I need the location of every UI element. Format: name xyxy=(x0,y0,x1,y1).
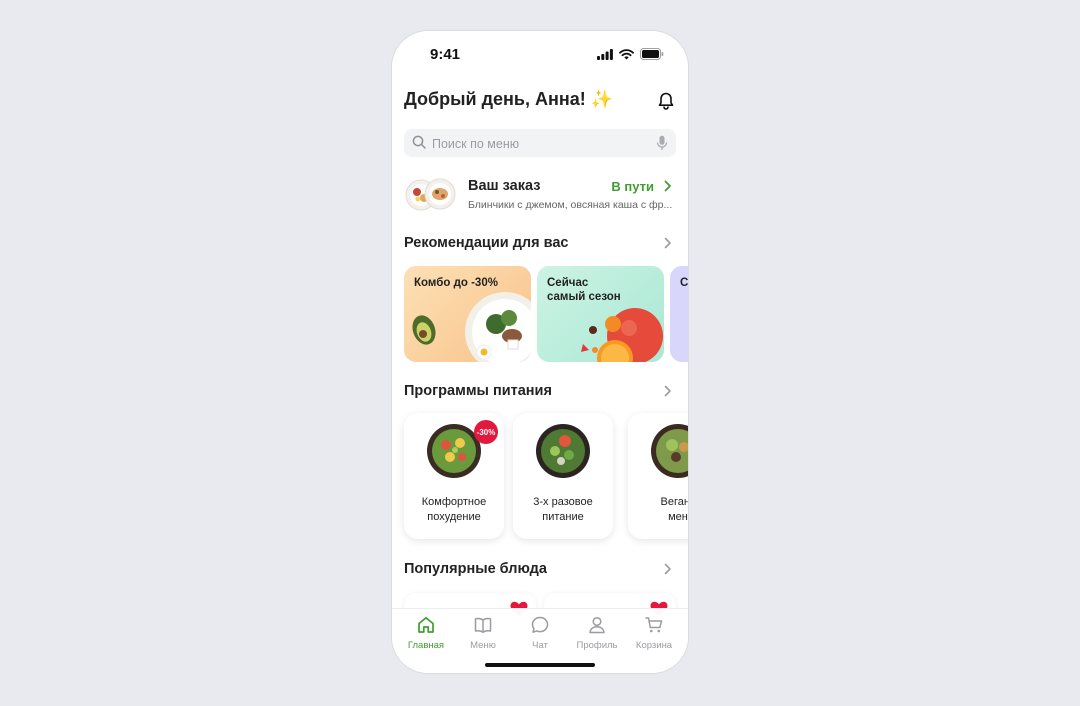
program-label: Комфортное похудение xyxy=(421,496,487,523)
tab-label: Профиль xyxy=(576,640,618,651)
microphone-icon[interactable] xyxy=(656,135,668,151)
tab-label: Чат xyxy=(532,640,548,651)
search-bar[interactable] xyxy=(404,129,676,159)
header: Добрый день, Анна! ✨ xyxy=(404,89,676,113)
wifi-icon xyxy=(619,48,634,59)
program-card-three-meals[interactable]: 3-х разовое питание xyxy=(513,413,613,539)
chevron-right-icon xyxy=(664,180,671,192)
vegan-bowl-image xyxy=(651,424,688,478)
recommendations-title: Рекомендации для вас xyxy=(404,235,569,251)
poke-bowl-image xyxy=(536,424,590,478)
sparkle-icon: ✨ xyxy=(590,89,614,109)
tab-label: Меню xyxy=(470,640,496,651)
book-icon xyxy=(474,617,492,633)
promo-card-season[interactable]: Сейчас самый сезон xyxy=(537,266,664,362)
tab-home[interactable]: Главная xyxy=(397,615,455,655)
program-label: Вегансмен xyxy=(660,496,688,523)
tab-menu[interactable]: Меню xyxy=(454,615,512,655)
status-icons xyxy=(597,48,664,60)
greeting-title: Добрый день, Анна! ✨ xyxy=(404,89,614,109)
program-card-vegan[interactable]: Вегансмен xyxy=(628,413,688,539)
order-thumbnail xyxy=(405,178,456,211)
status-time: 9:41 xyxy=(430,46,461,63)
tab-profile[interactable]: Профиль xyxy=(568,615,626,655)
programs-title: Программы питания xyxy=(404,383,552,399)
program-label: 3-х разовое питание xyxy=(533,496,593,523)
tab-label: Корзина xyxy=(635,640,673,651)
bell-icon[interactable] xyxy=(656,91,676,111)
promo-card-third[interactable]: С xyxy=(670,266,688,362)
order-card[interactable]: Ваш заказ В пути Блинчики с джемом, овся… xyxy=(404,175,676,215)
promo-label: С xyxy=(680,277,688,289)
home-icon xyxy=(418,616,434,633)
program-card-comfort[interactable]: -30% Комфортное похудение xyxy=(404,413,504,539)
fruits-image xyxy=(581,308,663,362)
chevron-right-icon[interactable] xyxy=(664,563,672,575)
search-input[interactable] xyxy=(430,129,654,159)
battery-icon xyxy=(640,48,664,60)
chat-icon xyxy=(531,616,549,633)
signal-icon xyxy=(597,48,613,60)
tab-chat[interactable]: Чат xyxy=(511,615,569,655)
combo-food-image xyxy=(412,292,531,362)
chevron-right-icon[interactable] xyxy=(664,385,672,397)
order-description: Блинчики с джемом, овсяная каша с фр... xyxy=(468,199,673,211)
search-icon xyxy=(412,135,426,149)
chevron-right-icon[interactable] xyxy=(664,237,672,249)
order-status: В пути xyxy=(611,179,654,194)
tab-label: Главная xyxy=(407,640,445,651)
discount-badge: -30% xyxy=(474,420,498,444)
popular-title: Популярные блюда xyxy=(404,561,547,577)
order-title: Ваш заказ xyxy=(468,178,541,194)
cart-icon xyxy=(645,617,663,633)
phone-screen: 9:41 Добрый день, Анна! ✨ Поиск по меню … xyxy=(392,31,688,673)
home-indicator xyxy=(485,663,595,667)
tab-cart[interactable]: Корзина xyxy=(625,615,683,655)
status-bar: 9:41 xyxy=(392,31,688,77)
profile-icon xyxy=(589,616,605,634)
promo-card-combo[interactable]: Комбо до -30% xyxy=(404,266,531,362)
